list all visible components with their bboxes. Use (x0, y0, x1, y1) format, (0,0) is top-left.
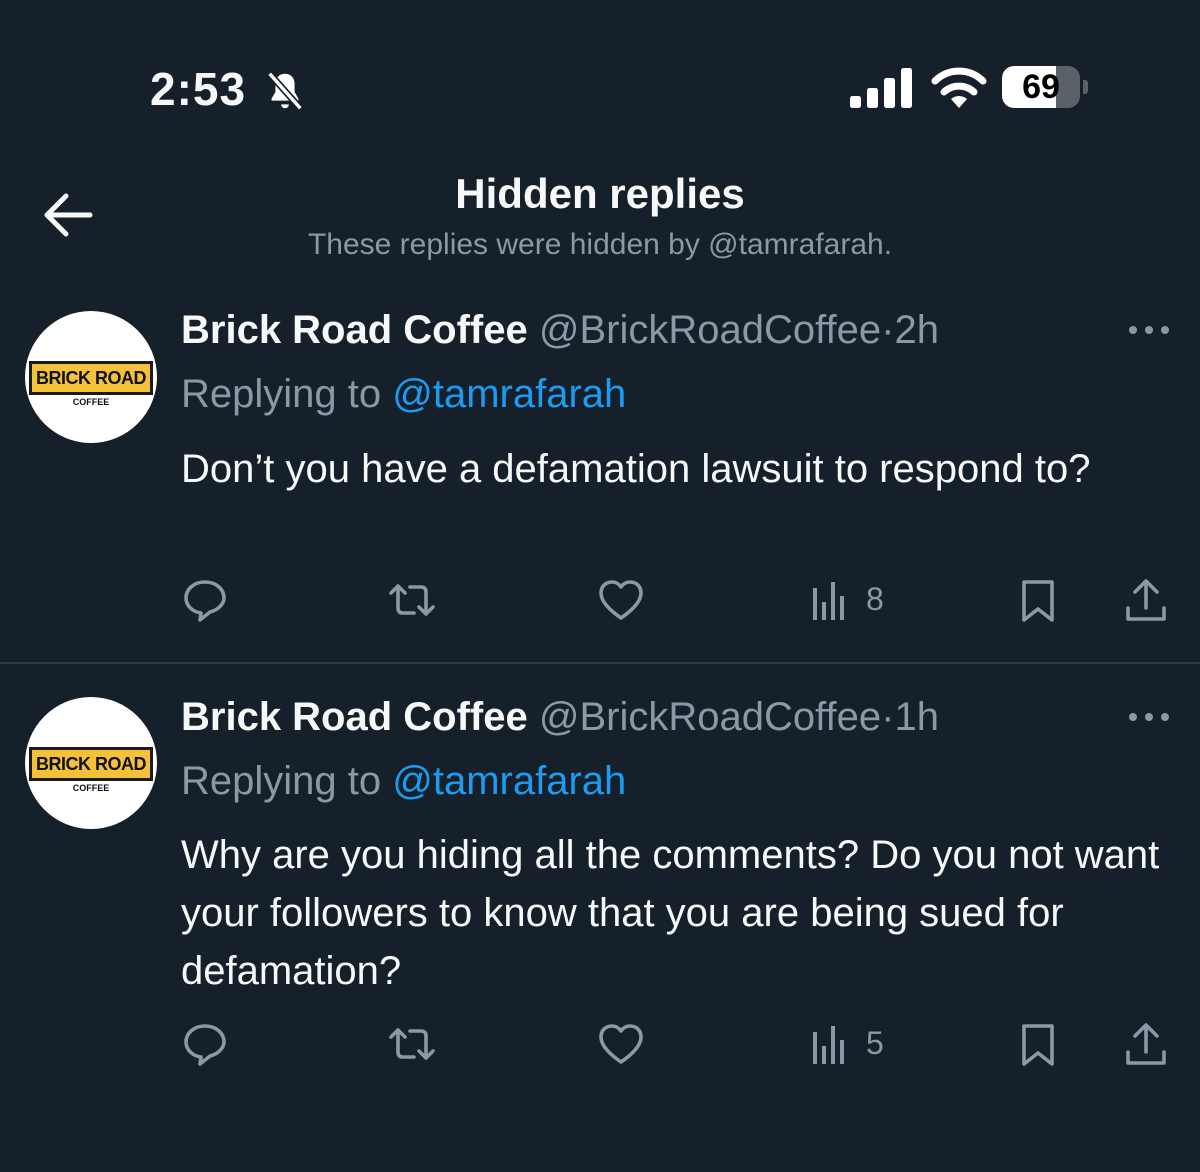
page-header: Hidden replies These replies were hidden… (0, 140, 1200, 275)
avatar[interactable]: BRICK ROAD COFFEE (25, 697, 157, 829)
views-count: 8 (866, 581, 884, 617)
bell-slash-icon (267, 71, 303, 111)
tweet-author-row: Brick Road Coffee @BrickRoadCoffee·1h (181, 695, 939, 740)
replying-to-line: Replying to @tamrafarah (181, 759, 626, 804)
retweet-icon[interactable] (386, 1022, 438, 1066)
battery-icon: 69 (1002, 66, 1090, 110)
tweet-author-row: Brick Road Coffee @BrickRoadCoffee·2h (181, 308, 939, 353)
mention-link[interactable]: @tamrafarah (392, 759, 626, 803)
views-icon[interactable] (810, 1022, 850, 1066)
battery-percentage: 69 (1022, 68, 1060, 106)
tweet-text: Don’t you have a defamation lawsuit to r… (181, 447, 1091, 491)
tweet-time[interactable]: 2h (894, 308, 939, 352)
reply-icon[interactable] (182, 1022, 228, 1066)
author-handle[interactable]: @BrickRoadCoffee (539, 308, 881, 352)
tweet-actions: 5 (0, 1022, 1200, 1072)
bookmark-icon[interactable] (1018, 1022, 1058, 1066)
views-count: 5 (866, 1025, 884, 1061)
author-name[interactable]: Brick Road Coffee (181, 695, 528, 739)
like-icon[interactable] (598, 1022, 644, 1066)
separator-dot: · (881, 308, 895, 352)
page-title: Hidden replies (455, 170, 745, 217)
avatar[interactable]: BRICK ROAD COFFEE (25, 311, 157, 443)
share-icon[interactable] (1124, 1022, 1168, 1066)
brick-road-logo: BRICK ROAD (29, 747, 153, 781)
author-handle[interactable]: @BrickRoadCoffee (539, 695, 881, 739)
separator-dot: · (881, 695, 895, 739)
author-name[interactable]: Brick Road Coffee (181, 308, 528, 352)
replying-prefix: Replying to (181, 759, 382, 803)
more-options-icon[interactable] (1125, 320, 1173, 340)
status-bar: 2:53 69 (0, 0, 1200, 140)
mention-link[interactable]: @tamrafarah (392, 372, 626, 416)
like-icon[interactable] (598, 578, 644, 622)
divider (0, 662, 1200, 664)
tweet-actions: 8 (0, 578, 1200, 628)
retweet-icon[interactable] (386, 578, 438, 622)
tweet-text: Why are you hiding all the comments? Do … (181, 833, 1160, 993)
page-subtitle: These replies were hidden by @tamrafarah… (307, 228, 893, 261)
bookmark-icon[interactable] (1018, 578, 1058, 622)
views-icon[interactable] (810, 578, 850, 622)
replying-prefix: Replying to (181, 372, 382, 416)
replying-to-line: Replying to @tamrafarah (181, 372, 626, 417)
reply-icon[interactable] (182, 578, 228, 622)
brick-road-logo: BRICK ROAD (29, 361, 153, 395)
more-options-icon[interactable] (1125, 707, 1173, 727)
share-icon[interactable] (1124, 578, 1168, 622)
wifi-icon (931, 67, 987, 108)
cellular-signal-icon (850, 68, 912, 108)
tweet-time[interactable]: 1h (894, 695, 939, 739)
status-time: 2:53 (150, 63, 247, 115)
